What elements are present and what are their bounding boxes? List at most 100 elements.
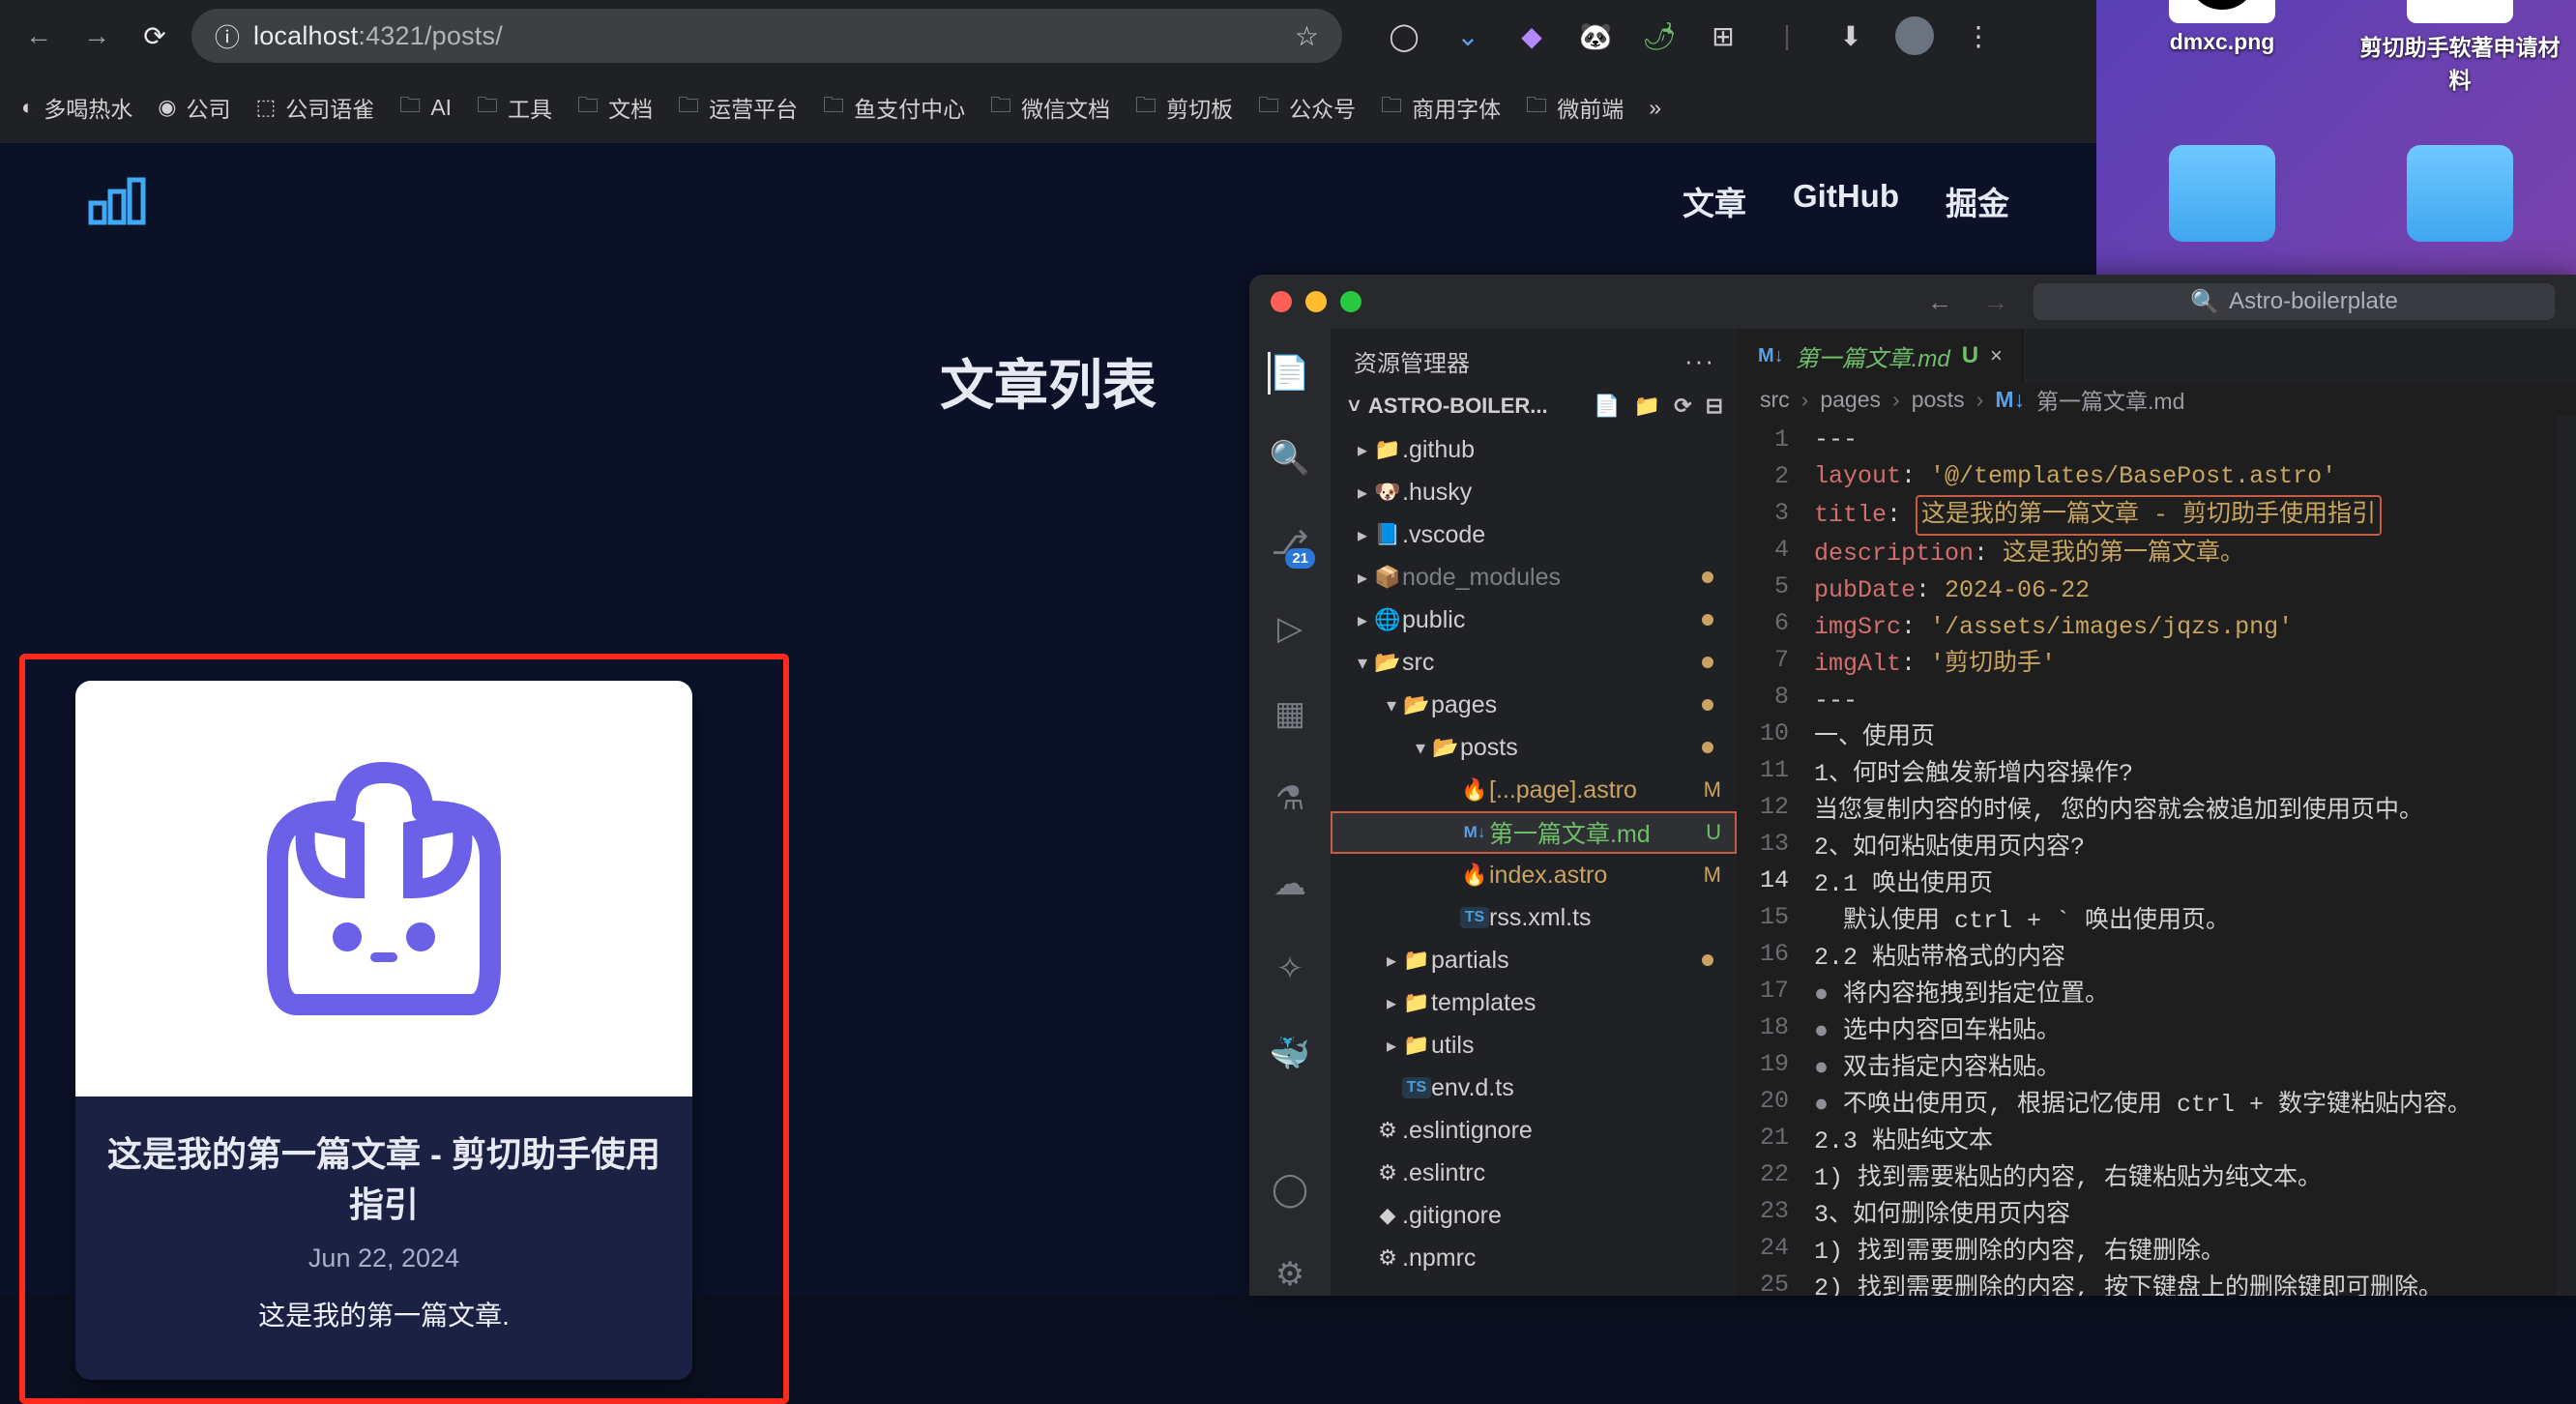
nav-fwd-icon[interactable]: →: [1977, 287, 2014, 317]
account-icon[interactable]: ◯: [1269, 1168, 1311, 1211]
chevron-icon[interactable]: ▾: [1410, 736, 1431, 760]
tree-row[interactable]: ▸🐶.husky: [1331, 471, 1737, 513]
desktop-file-docs[interactable]: 剪切助手软著申请材料: [2354, 0, 2566, 95]
tree-row[interactable]: ▾📂pages: [1331, 684, 1737, 726]
chevron-icon[interactable]: ▸: [1381, 949, 1402, 973]
tree-row[interactable]: ▸📁utils: [1331, 1024, 1737, 1067]
site-info-icon[interactable]: ⓘ: [215, 18, 240, 54]
ext-icon[interactable]: ⌄: [1449, 16, 1487, 55]
close-window-button[interactable]: [1271, 291, 1292, 312]
tree-row[interactable]: 🔥index.astroM: [1331, 854, 1737, 896]
chevron-icon[interactable]: ▸: [1352, 481, 1373, 505]
bookmark-star-icon[interactable]: ☆: [1295, 20, 1319, 52]
tree-row[interactable]: TSrss.xml.ts: [1331, 896, 1737, 939]
nav-posts[interactable]: 文章: [1683, 178, 1746, 224]
chevron-icon[interactable]: ▸: [1381, 991, 1402, 1015]
bookmark-item[interactable]: ⬚公司语雀: [256, 91, 375, 124]
nav-back-icon[interactable]: ←: [1921, 287, 1958, 317]
testing-icon[interactable]: ⚗: [1269, 777, 1311, 820]
ext-icon[interactable]: ◆: [1512, 16, 1551, 55]
new-folder-icon[interactable]: 📁: [1634, 394, 1660, 419]
sidebar-menu-icon[interactable]: ···: [1684, 346, 1715, 376]
collapse-icon[interactable]: ⊟: [1706, 394, 1723, 419]
forward-button[interactable]: →: [75, 15, 118, 57]
tree-row[interactable]: TSenv.d.ts: [1331, 1067, 1737, 1109]
code-lines[interactable]: ---layout: '@/templates/BasePost.astro't…: [1804, 416, 2557, 1296]
tree-row[interactable]: ▸🌐public: [1331, 599, 1737, 641]
tree-row[interactable]: ▸📘.vscode: [1331, 513, 1737, 556]
address-bar[interactable]: ⓘ localhost:4321/posts/ ☆: [191, 9, 1342, 63]
tree-row[interactable]: ⚙.npmrc: [1331, 1237, 1737, 1279]
editor-tab[interactable]: M↓ 第一篇文章.md U ×: [1737, 329, 2023, 383]
bookmark-item[interactable]: 🗀剪切板: [1135, 89, 1233, 126]
search-icon[interactable]: 🔍: [1269, 437, 1311, 480]
bookmark-item[interactable]: 🗀工具: [477, 89, 552, 126]
bookmarks-overflow-icon[interactable]: »: [1649, 95, 1661, 121]
back-button[interactable]: ←: [17, 15, 60, 57]
extensions-icon[interactable]: ⊞: [1704, 16, 1742, 55]
bookmark-item[interactable]: 🗀微前端: [1526, 89, 1624, 126]
tree-row[interactable]: M↓第一篇文章.mdU: [1331, 811, 1737, 854]
refresh-icon[interactable]: ⟳: [1674, 394, 1691, 419]
tree-row[interactable]: ⚙.eslintignore: [1331, 1109, 1737, 1152]
bookmark-item[interactable]: 🗀文档: [577, 89, 653, 126]
tree-row[interactable]: ▸📁partials: [1331, 939, 1737, 981]
bookmark-item[interactable]: ◉公司: [158, 91, 230, 124]
breadcrumbs[interactable]: src› pages› posts› M↓ 第一篇文章.md: [1737, 383, 2576, 416]
bookmark-item[interactable]: 🗀运营平台: [678, 89, 798, 126]
tree-row[interactable]: ◆.gitignore: [1331, 1194, 1737, 1237]
bookmark-item[interactable]: 🗀鱼支付中心: [823, 89, 965, 126]
minimap[interactable]: [2557, 416, 2576, 1296]
docker-icon[interactable]: 🐳: [1269, 1033, 1311, 1075]
new-file-icon[interactable]: 📄: [1594, 394, 1620, 419]
copilot-icon[interactable]: ✧: [1269, 948, 1311, 990]
project-row[interactable]: ˅ASTRO-BOILER... 📄 📁 ⟳ ⊟: [1331, 388, 1737, 424]
kebab-menu-icon[interactable]: ⋮: [1959, 16, 1998, 55]
minimize-window-button[interactable]: [1305, 291, 1327, 312]
source-control-icon[interactable]: ⎇21: [1269, 522, 1311, 565]
ext-icon[interactable]: 🐼: [1576, 16, 1615, 55]
close-tab-icon[interactable]: ×: [1990, 343, 2003, 368]
profile-avatar[interactable]: [1895, 16, 1934, 55]
maximize-window-button[interactable]: [1340, 291, 1361, 312]
breadcrumb-item[interactable]: posts: [1912, 387, 1965, 413]
ext-icon[interactable]: 🌶: [1640, 16, 1679, 55]
desktop-folder-1[interactable]: [2116, 145, 2328, 248]
nav-github[interactable]: GitHub: [1793, 178, 1899, 224]
breadcrumb-item[interactable]: src: [1760, 387, 1790, 413]
breadcrumb-item[interactable]: 第一篇文章.md: [2036, 383, 2184, 416]
post-card[interactable]: 这是我的第一篇文章 - 剪切助手使用指引 Jun 22, 2024 这是我的第一…: [75, 681, 692, 1380]
nav-juejin[interactable]: 掘金: [1946, 178, 2009, 224]
chevron-icon[interactable]: ▾: [1352, 651, 1373, 675]
breadcrumb-item[interactable]: pages: [1820, 387, 1881, 413]
bookmark-item[interactable]: ◐多喝热水: [21, 91, 132, 124]
explorer-icon[interactable]: 📄: [1268, 352, 1310, 395]
command-center[interactable]: 🔍 Astro-boilerplate: [2034, 283, 2555, 320]
chevron-icon[interactable]: ▸: [1352, 438, 1373, 462]
bookmark-item[interactable]: 🗀AI: [399, 89, 452, 126]
tree-row[interactable]: ▸📁templates: [1331, 981, 1737, 1024]
site-logo-icon[interactable]: [87, 176, 149, 226]
downloads-icon[interactable]: ⬇: [1831, 16, 1870, 55]
chevron-icon[interactable]: ▸: [1381, 1034, 1402, 1058]
ext-icon[interactable]: ◯: [1385, 16, 1423, 55]
chevron-icon[interactable]: ▾: [1381, 693, 1402, 717]
tree-row[interactable]: 🔥[...page].astroM: [1331, 769, 1737, 811]
bookmark-item[interactable]: 🗀商用字体: [1381, 89, 1501, 126]
run-debug-icon[interactable]: ▷: [1269, 607, 1311, 650]
tree-row[interactable]: ▸📁.github: [1331, 428, 1737, 471]
tree-row[interactable]: ▸📦node_modules: [1331, 556, 1737, 599]
tree-row[interactable]: ⚙.eslintrc: [1331, 1152, 1737, 1194]
extensions-icon[interactable]: ▦: [1269, 692, 1311, 735]
reload-button[interactable]: ⟳: [133, 15, 176, 57]
bookmark-item[interactable]: 🗀公众号: [1258, 89, 1356, 126]
chevron-icon[interactable]: ▸: [1352, 608, 1373, 632]
tree-row[interactable]: ▾📂src: [1331, 641, 1737, 684]
settings-icon[interactable]: ⚙: [1269, 1253, 1311, 1296]
code-editor[interactable]: 12345678 1011121314151617181920212223242…: [1737, 416, 2576, 1296]
chevron-icon[interactable]: ▸: [1352, 523, 1373, 547]
chevron-icon[interactable]: ▸: [1352, 566, 1373, 590]
bookmark-item[interactable]: 🗀微信文档: [990, 89, 1110, 126]
remote-icon[interactable]: ☁: [1269, 863, 1311, 905]
desktop-file-dmxc[interactable]: dmxc.png: [2116, 0, 2328, 55]
